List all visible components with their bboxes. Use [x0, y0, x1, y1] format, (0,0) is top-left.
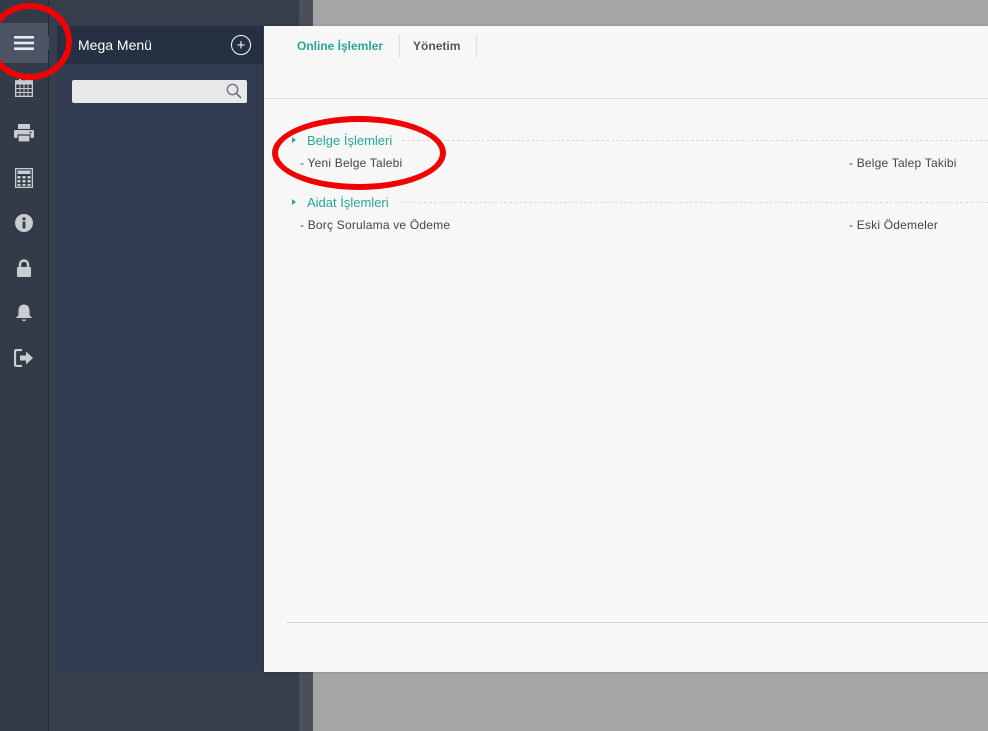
plus-icon: +	[236, 36, 246, 54]
caret-right-icon	[292, 199, 296, 205]
lock-icon	[17, 258, 31, 277]
icon-rail	[0, 0, 55, 731]
rail-item-calculator[interactable]	[0, 155, 48, 200]
tab-online-islemler[interactable]: Online İşlemler	[287, 35, 401, 57]
calculator-icon	[15, 167, 33, 188]
section-items: - Borç Sorulama ve Ödeme - Eski Ödemeler	[292, 218, 988, 234]
tab-bar: Online İşlemler Yönetim	[287, 35, 478, 57]
printer-icon	[14, 123, 34, 142]
section-header: Aidat İşlemleri	[292, 194, 988, 210]
search-box	[72, 80, 247, 103]
menu-link-belge-talep-takibi[interactable]: - Belge Talep Takibi	[849, 156, 957, 170]
menu-link-yeni-belge-talebi[interactable]: - Yeni Belge Talebi	[300, 156, 402, 170]
section-divider	[398, 201, 988, 203]
search-icon[interactable]	[226, 83, 242, 99]
mega-menu-title: Mega Menü	[78, 37, 152, 53]
info-icon	[15, 213, 33, 232]
menu-link-borc-sorulama[interactable]: - Borç Sorulama ve Ödeme	[300, 218, 450, 232]
section-title[interactable]: Aidat İşlemleri	[307, 195, 389, 210]
bell-icon	[16, 304, 32, 321]
tab-divider	[264, 98, 988, 99]
rail-item-logout[interactable]	[0, 335, 48, 380]
menu-link-eski-odemeler[interactable]: - Eski Ödemeler	[849, 218, 938, 232]
section-aidat-islemleri: Aidat İşlemleri - Borç Sorulama ve Ödeme…	[292, 194, 988, 234]
rail-item-print[interactable]	[0, 110, 48, 155]
mega-menu-content: Online İşlemler Yönetim Belge İşlemleri …	[264, 26, 988, 672]
rail-item-info[interactable]	[0, 200, 48, 245]
section-divider	[402, 139, 988, 141]
mega-menu: Mega Menü +	[57, 26, 263, 672]
calendar-icon	[15, 78, 33, 97]
add-button[interactable]: +	[231, 35, 251, 55]
rail-item-lock[interactable]	[0, 245, 48, 290]
hamburger-icon	[14, 36, 34, 50]
rail-item-calendar[interactable]	[0, 65, 48, 110]
mega-menu-header: Mega Menü +	[57, 26, 263, 64]
footer-divider	[287, 622, 988, 623]
rail-item-notifications[interactable]	[0, 290, 48, 335]
rail-item-menu[interactable]	[0, 23, 55, 63]
section-items: - Yeni Belge Talebi - Belge Talep Takibi	[292, 156, 988, 172]
section-header: Belge İşlemleri	[292, 132, 988, 148]
section-belge-islemleri: Belge İşlemleri - Yeni Belge Talebi - Be…	[292, 132, 988, 172]
caret-right-icon	[292, 137, 296, 143]
section-title[interactable]: Belge İşlemleri	[307, 133, 392, 148]
tab-yonetim[interactable]: Yönetim	[400, 35, 478, 57]
search-input[interactable]	[72, 80, 247, 103]
logout-icon	[14, 348, 33, 367]
